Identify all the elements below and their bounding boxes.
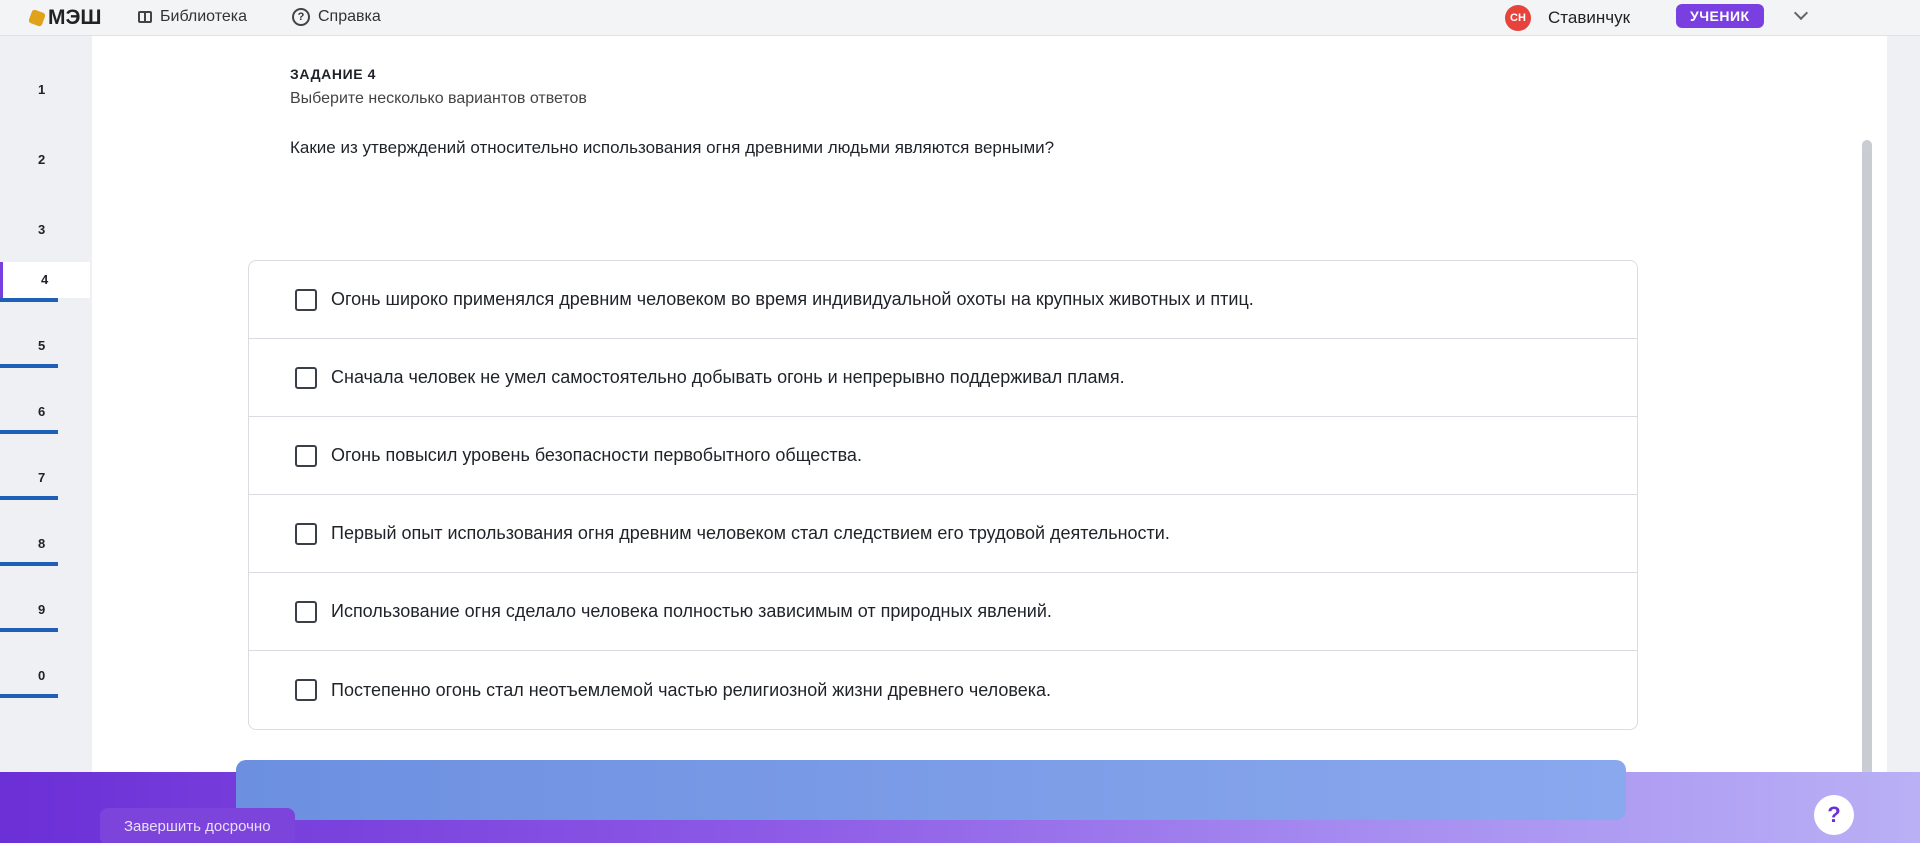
task-nav-item-8[interactable]: 8: [0, 526, 90, 562]
task-nav-item-1[interactable]: 1: [0, 72, 90, 108]
checkbox[interactable]: [295, 600, 317, 623]
answer-option[interactable]: Огонь повысил уровень безопасности перво…: [249, 417, 1637, 495]
option-text: Огонь широко применялся древним человеко…: [331, 289, 1254, 309]
option-text: Первый опыт использования огня древним ч…: [331, 523, 1170, 543]
role-badge: УЧЕНИК: [1676, 4, 1764, 28]
scrollbar[interactable]: [1862, 140, 1872, 780]
task-navigator: 1 2 3 4 5 6 7 8 9 0: [0, 36, 90, 776]
question-circle-icon: ?: [292, 8, 310, 26]
option-text: Огонь повысил уровень безопасности перво…: [331, 445, 862, 465]
answer-option[interactable]: Использование огня сделало человека полн…: [249, 573, 1637, 651]
answer-option[interactable]: Первый опыт использования огня древним ч…: [249, 495, 1637, 573]
checkbox[interactable]: [295, 444, 317, 467]
checkbox[interactable]: [295, 288, 317, 311]
task-nav-item-5[interactable]: 5: [0, 328, 90, 364]
help-label: Справка: [318, 8, 381, 25]
option-text: Использование огня сделало человека полн…: [331, 601, 1052, 621]
task-nav-item-7[interactable]: 7: [0, 460, 90, 496]
task-nav-item-2[interactable]: 2: [0, 142, 90, 178]
logo-icon: [28, 9, 46, 27]
answer-option[interactable]: Огонь широко применялся древним человеко…: [249, 261, 1637, 339]
task-progress-bar: [0, 628, 58, 632]
task-progress-bar: [0, 562, 58, 566]
checkbox[interactable]: [295, 679, 317, 701]
library-link[interactable]: Библиотека: [138, 8, 247, 26]
top-bar: МЭШ Библиотека ? Справка СН Ставинчук УЧ…: [0, 0, 1920, 36]
answer-option[interactable]: Постепенно огонь стал неотъемлемой часть…: [249, 651, 1637, 729]
answer-option[interactable]: Сначала человек не умел самостоятельно д…: [249, 339, 1637, 417]
task-nav-item-9[interactable]: 9: [0, 592, 90, 628]
task-progress-bar: [0, 364, 58, 368]
option-text: Сначала человек не умел самостоятельно д…: [331, 367, 1125, 387]
task-progress-bar: [0, 430, 58, 434]
task-nav-item-6[interactable]: 6: [0, 394, 90, 430]
option-text: Постепенно огонь стал неотъемлемой часть…: [331, 679, 1052, 700]
finish-early-button[interactable]: Завершить досрочно: [100, 808, 295, 843]
library-label: Библиотека: [160, 8, 247, 25]
task-nav-item-3[interactable]: 3: [0, 212, 90, 248]
task-panel: ЗАДАНИЕ 4 Выберите несколько вариантов о…: [92, 36, 1887, 788]
task-progress-bar: [0, 496, 58, 500]
task-progress-bar: [0, 298, 58, 302]
help-link[interactable]: ? Справка: [292, 8, 381, 26]
task-nav-item-4[interactable]: 4: [0, 262, 90, 298]
help-button[interactable]: ?: [1814, 795, 1854, 835]
task-progress-bar: [0, 694, 58, 698]
chevron-down-icon[interactable]: [1793, 5, 1809, 21]
task-nav-item-10[interactable]: 0: [0, 658, 90, 694]
answer-button[interactable]: [236, 760, 1626, 820]
answer-options: Огонь широко применялся древним человеко…: [248, 260, 1638, 730]
page: МЭШ Библиотека ? Справка СН Ставинчук УЧ…: [0, 0, 1920, 843]
user-name[interactable]: Ставинчук: [1548, 8, 1630, 28]
checkbox[interactable]: [295, 522, 317, 545]
task-hint: Выберите несколько вариантов ответов: [290, 90, 587, 107]
mesh-logo[interactable]: МЭШ: [28, 6, 102, 30]
question-text: Какие из утверждений относительно исполь…: [290, 138, 1055, 157]
logo-text: МЭШ: [48, 6, 102, 29]
user-avatar[interactable]: СН: [1505, 5, 1531, 31]
task-label: ЗАДАНИЕ 4: [290, 66, 377, 82]
book-icon: [138, 11, 152, 23]
checkbox[interactable]: [295, 366, 317, 389]
